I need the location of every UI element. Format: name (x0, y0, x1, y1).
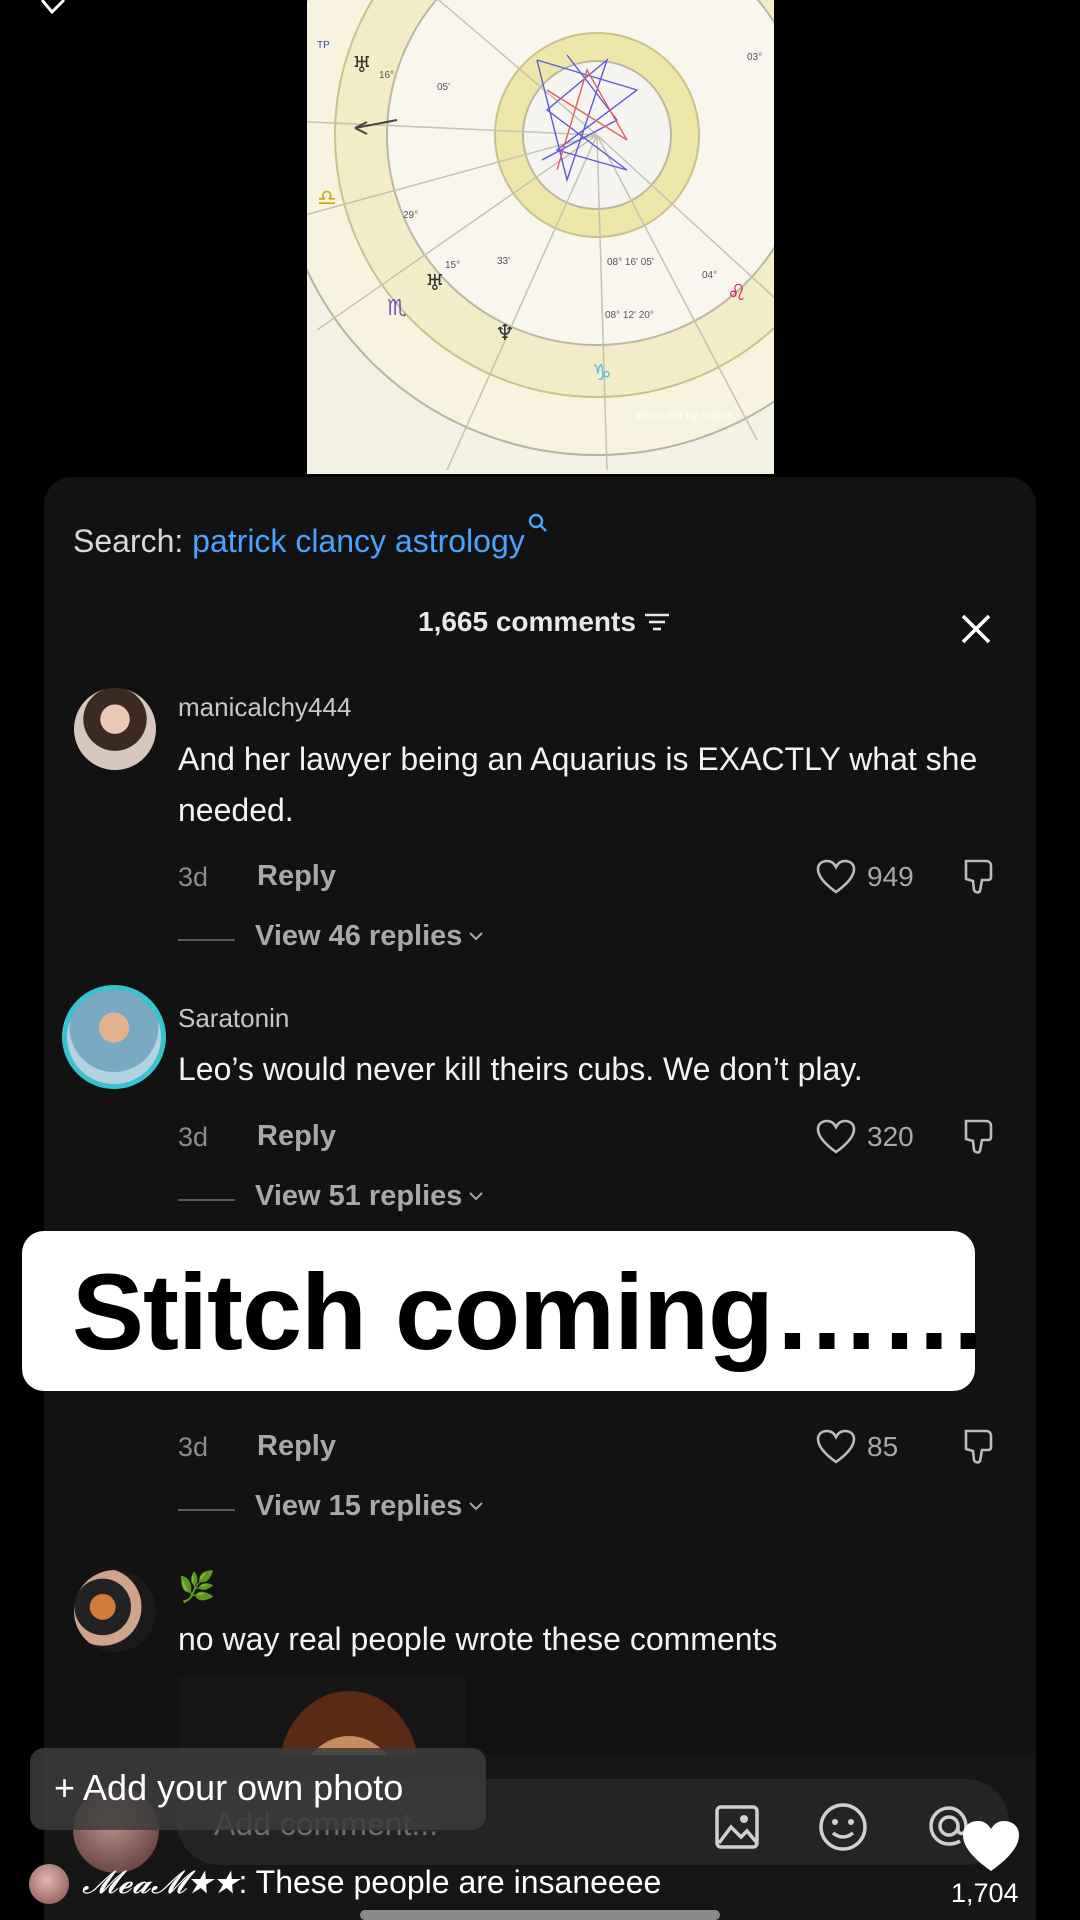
view-replies-button[interactable]: View 15 replies (255, 1490, 484, 1523)
comment-username-emoji[interactable]: 🌿 (178, 1570, 215, 1605)
dislike-icon[interactable] (960, 1117, 998, 1155)
heart-outline-icon[interactable] (816, 859, 856, 895)
svg-text:15°: 15° (445, 260, 460, 271)
live-comment: 𝓜𝓮𝓪𝓜★★: These people are insaneeee (82, 1863, 661, 1902)
svg-text:♌: ♌ (727, 281, 747, 306)
astrology-chart-image: 16° 05' 29° 15° 33' 08° 16' 05' 08° 12' … (307, 0, 774, 474)
comment-time: 3d (178, 1122, 209, 1152)
view-replies-button[interactable]: View 51 replies (255, 1180, 484, 1213)
svg-text:29°: 29° (403, 210, 418, 221)
home-indicator (360, 1910, 720, 1920)
dislike-icon[interactable] (960, 1427, 998, 1465)
close-icon[interactable] (955, 608, 997, 650)
svg-text:16°: 16° (379, 70, 394, 81)
search-icon (528, 513, 547, 532)
divider-line (178, 1199, 235, 1201)
svg-text:TP: TP (317, 40, 330, 51)
svg-text:04°: 04° (702, 270, 717, 281)
divider-line (178, 939, 235, 941)
search-prefix: Search: (73, 523, 184, 559)
comment-time: 3d (178, 1432, 209, 1462)
stitch-overlay-caption: Stitch coming…… (22, 1231, 988, 1391)
reply-button[interactable]: Reply (257, 1430, 336, 1463)
svg-text:♑: ♑ (592, 361, 612, 386)
svg-text:05': 05' (437, 82, 450, 93)
live-comment-text: : These people are insaneeee (238, 1864, 662, 1900)
comment-text: Leo’s would never kill theirs cubs. We d… (178, 1051, 863, 1087)
emoji-icon[interactable] (817, 1801, 869, 1853)
comment-text: no way real people wrote these comments (178, 1621, 778, 1657)
image-icon[interactable] (713, 1803, 761, 1851)
reply-button[interactable]: Reply (257, 860, 336, 893)
svg-text:♆: ♆ (495, 321, 515, 346)
svg-text:♅: ♅ (352, 53, 372, 78)
svg-text:08° 16' 05': 08° 16' 05' (607, 257, 654, 268)
chart-caption: also ruled by Saturn. (635, 410, 736, 422)
view-replies-label: View 15 replies (255, 1490, 463, 1522)
heart-outline-icon[interactable] (816, 1119, 856, 1155)
svg-text:♅: ♅ (425, 271, 445, 296)
like-heart-icon[interactable] (960, 1818, 1022, 1874)
view-replies-label: View 46 replies (255, 920, 463, 952)
svg-text:03°: 03° (747, 52, 762, 63)
chevron-down-icon (469, 1502, 484, 1511)
view-replies-label: View 51 replies (255, 1180, 463, 1212)
back-chevron-icon[interactable] (40, 0, 66, 14)
live-comment-avatar (29, 1864, 69, 1904)
svg-text:33': 33' (497, 256, 510, 267)
dislike-icon[interactable] (960, 857, 998, 895)
add-photo-sticker[interactable]: + Add your own photo (30, 1748, 486, 1830)
comments-count: 1,665 comments (418, 606, 636, 637)
search-term-link[interactable]: patrick clancy astrology (192, 523, 525, 559)
like-count: 320 (867, 1121, 914, 1152)
like-count: 949 (867, 861, 914, 892)
overlay-caption-text: Stitch coming…… (72, 1251, 988, 1372)
chevron-down-icon (469, 932, 484, 941)
svg-text:08° 12' 20°: 08° 12' 20° (605, 310, 654, 321)
comment-text: And her lawyer being an Aquarius is EXAC… (178, 741, 978, 828)
search-suggestion[interactable]: Search: patrick clancy astrology (73, 512, 549, 560)
comment-username[interactable]: Saratonin (178, 1003, 289, 1034)
svg-text:♏: ♏ (387, 296, 407, 321)
heart-outline-icon[interactable] (816, 1429, 856, 1465)
view-replies-button[interactable]: View 46 replies (255, 920, 484, 953)
avatar-story-ring[interactable] (62, 985, 166, 1089)
video-like-count: 1,704 (951, 1878, 1019, 1908)
reply-button[interactable]: Reply (257, 1120, 336, 1153)
sort-filter-icon[interactable] (642, 611, 672, 633)
comments-count-header[interactable]: 1,665 comments (418, 606, 672, 638)
svg-text:♎: ♎ (317, 186, 337, 211)
like-count: 85 (867, 1431, 899, 1462)
chevron-down-icon (469, 1192, 484, 1201)
comment-time: 3d (178, 862, 209, 892)
divider-line (178, 1509, 235, 1511)
comment-username[interactable]: manicalchy444 (178, 692, 351, 723)
avatar[interactable] (74, 1570, 156, 1652)
avatar[interactable] (74, 688, 156, 770)
add-photo-label: + Add your own photo (54, 1767, 404, 1808)
live-comment-username: 𝓜𝓮𝓪𝓜★★ (82, 1863, 239, 1901)
